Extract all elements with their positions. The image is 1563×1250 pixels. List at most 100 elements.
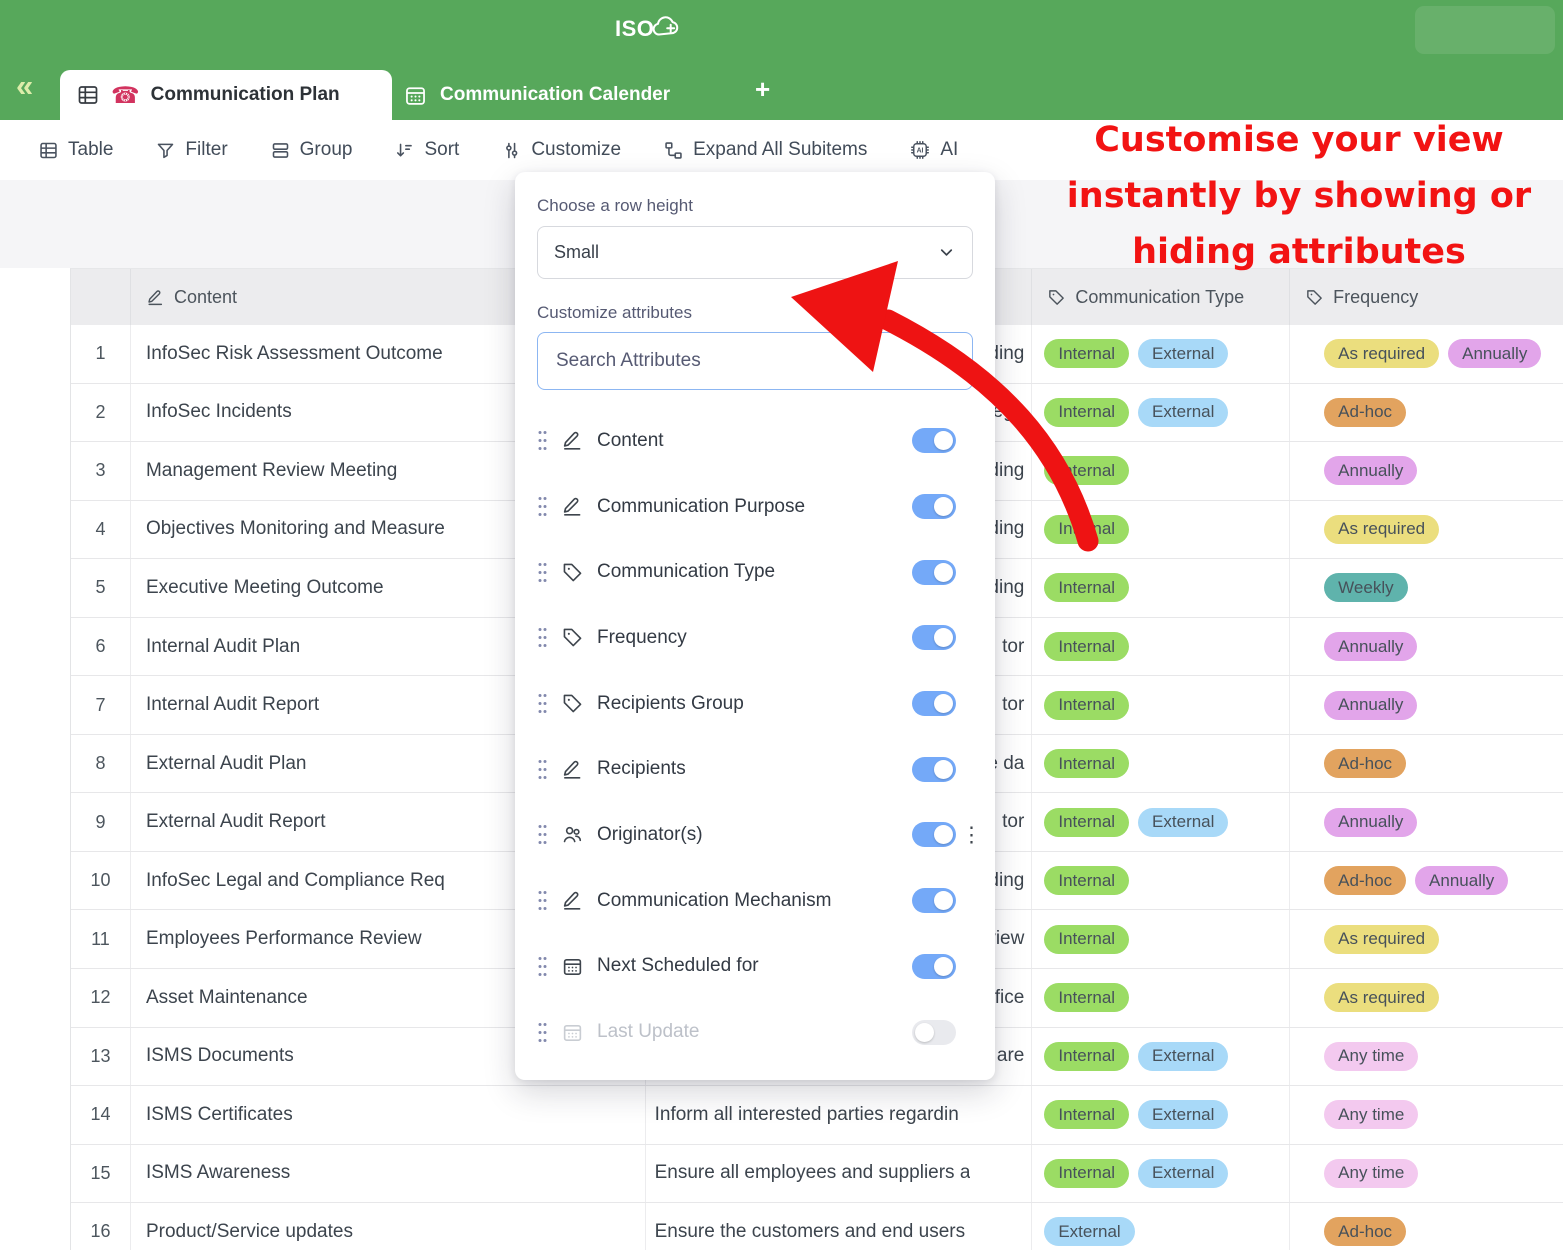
- tag-pill[interactable]: Internal: [1044, 749, 1129, 778]
- tag-pill[interactable]: External: [1138, 808, 1228, 837]
- attribute-toggle[interactable]: [912, 1020, 956, 1045]
- communication-type-cell[interactable]: Internal: [1032, 852, 1290, 910]
- frequency-cell[interactable]: Any time: [1290, 1028, 1563, 1086]
- ai-button[interactable]: AI AI: [909, 139, 958, 161]
- communication-type-cell[interactable]: Internal: [1032, 910, 1290, 968]
- tag-pill[interactable]: Internal: [1044, 691, 1129, 720]
- tag-pill[interactable]: Internal: [1044, 339, 1129, 368]
- tag-pill[interactable]: External: [1138, 1159, 1228, 1188]
- tag-pill[interactable]: External: [1138, 1100, 1228, 1129]
- tag-pill[interactable]: Ad-hoc: [1324, 866, 1406, 895]
- tag-pill[interactable]: External: [1138, 339, 1228, 368]
- tag-pill[interactable]: Annually: [1415, 866, 1508, 895]
- tag-pill[interactable]: As required: [1324, 515, 1439, 544]
- tab-communication-calender[interactable]: Communication Calender: [403, 70, 670, 120]
- attribute-toggle[interactable]: [912, 625, 956, 650]
- attribute-toggle[interactable]: [912, 954, 956, 979]
- table-row[interactable]: 14 ISMS Certificates Inform all interest…: [71, 1086, 1563, 1145]
- attribute-item[interactable]: Next Scheduled for ⋮: [515, 934, 995, 1000]
- attribute-toggle[interactable]: [912, 822, 956, 847]
- frequency-cell[interactable]: Ad-hoc: [1290, 384, 1563, 442]
- drag-handle-icon[interactable]: [537, 495, 548, 518]
- frequency-cell[interactable]: Annually: [1290, 793, 1563, 851]
- drag-handle-icon[interactable]: [537, 889, 548, 912]
- frequency-cell[interactable]: Weekly: [1290, 559, 1563, 617]
- attribute-item[interactable]: Originator(s) ⋮: [515, 802, 995, 868]
- new-view-button[interactable]: +: [755, 74, 770, 105]
- attribute-item[interactable]: Recipients Group ⋮: [515, 671, 995, 737]
- frequency-cell[interactable]: Ad-hoc: [1290, 735, 1563, 793]
- tab-communication-plan[interactable]: ☎ Communication Plan: [60, 70, 392, 120]
- table-button[interactable]: Table: [38, 139, 113, 161]
- drag-handle-icon[interactable]: [537, 758, 548, 781]
- filter-button[interactable]: Filter: [155, 139, 227, 161]
- drag-handle-icon[interactable]: [537, 1021, 548, 1044]
- row-number-header[interactable]: [71, 269, 131, 325]
- tag-pill[interactable]: Any time: [1324, 1100, 1418, 1129]
- attribute-item[interactable]: Content ⋮: [515, 408, 995, 474]
- table-row[interactable]: 15 ISMS Awareness Ensure all employees a…: [71, 1145, 1563, 1204]
- search-attributes-input[interactable]: [537, 332, 973, 390]
- tag-pill[interactable]: Internal: [1044, 1100, 1129, 1129]
- tag-pill[interactable]: As required: [1324, 983, 1439, 1012]
- tag-pill[interactable]: Internal: [1044, 983, 1129, 1012]
- tag-pill[interactable]: Any time: [1324, 1159, 1418, 1188]
- content-cell[interactable]: Product/Service updates: [131, 1203, 646, 1250]
- content-cell[interactable]: ISMS Certificates: [131, 1086, 646, 1144]
- communication-type-cell[interactable]: Internal External: [1032, 1086, 1290, 1144]
- expand-all-subitems-button[interactable]: Expand All Subitems: [663, 139, 867, 161]
- tag-pill[interactable]: External: [1044, 1217, 1134, 1246]
- tag-pill[interactable]: As required: [1324, 925, 1439, 954]
- tag-pill[interactable]: Internal: [1044, 1159, 1129, 1188]
- frequency-cell[interactable]: As required: [1290, 910, 1563, 968]
- tag-pill[interactable]: Annually: [1324, 691, 1417, 720]
- frequency-cell[interactable]: As requiredAnnually: [1290, 325, 1563, 383]
- communication-type-cell[interactable]: External: [1032, 1203, 1290, 1250]
- frequency-cell[interactable]: Ad-hoc: [1290, 1203, 1563, 1250]
- tag-pill[interactable]: As required: [1324, 339, 1439, 368]
- drag-handle-icon[interactable]: [537, 626, 548, 649]
- tag-pill[interactable]: Internal: [1044, 632, 1129, 661]
- communication-type-cell[interactable]: Internal: [1032, 735, 1290, 793]
- frequency-cell[interactable]: Any time: [1290, 1145, 1563, 1203]
- communication-purpose-cell[interactable]: Ensure the customers and end users: [646, 1203, 1033, 1250]
- attribute-toggle[interactable]: [912, 691, 956, 716]
- customize-button[interactable]: Customize: [501, 139, 621, 161]
- communication-type-cell[interactable]: Internal: [1032, 442, 1290, 500]
- content-cell[interactable]: ISMS Awareness: [131, 1145, 646, 1203]
- tag-pill[interactable]: Internal: [1044, 808, 1129, 837]
- tag-pill[interactable]: External: [1138, 1042, 1228, 1071]
- attribute-item[interactable]: Last Update ⋮: [515, 999, 995, 1065]
- tag-pill[interactable]: Internal: [1044, 573, 1129, 602]
- group-button[interactable]: Group: [270, 139, 353, 161]
- drag-handle-icon[interactable]: [537, 429, 548, 452]
- sort-button[interactable]: Sort: [394, 139, 459, 161]
- tag-pill[interactable]: Internal: [1044, 456, 1129, 485]
- attribute-toggle[interactable]: [912, 757, 956, 782]
- tag-pill[interactable]: Internal: [1044, 925, 1129, 954]
- frequency-cell[interactable]: As required: [1290, 501, 1563, 559]
- drag-handle-icon[interactable]: [537, 955, 548, 978]
- communication-type-cell[interactable]: Internal External: [1032, 384, 1290, 442]
- attribute-toggle[interactable]: [912, 888, 956, 913]
- communication-type-cell[interactable]: Internal External: [1032, 325, 1290, 383]
- tag-pill[interactable]: Ad-hoc: [1324, 749, 1406, 778]
- tag-pill[interactable]: Annually: [1324, 456, 1417, 485]
- more-menu-icon[interactable]: ⋮: [961, 824, 982, 845]
- frequency-cell[interactable]: Ad-hoc Annually: [1290, 852, 1563, 910]
- drag-handle-icon[interactable]: [537, 561, 548, 584]
- attribute-toggle[interactable]: [912, 494, 956, 519]
- tag-pill[interactable]: Weekly: [1324, 573, 1407, 602]
- frequency-cell[interactable]: As required: [1290, 969, 1563, 1027]
- communication-type-cell[interactable]: InternalExternal: [1032, 1028, 1290, 1086]
- frequency-cell[interactable]: Annually: [1290, 442, 1563, 500]
- tag-pill[interactable]: Ad-hoc: [1324, 1217, 1406, 1246]
- frequency-cell[interactable]: Annually: [1290, 676, 1563, 734]
- tag-pill[interactable]: Internal: [1044, 398, 1129, 427]
- attribute-item[interactable]: Communication Type ⋮: [515, 539, 995, 605]
- tag-pill[interactable]: External: [1138, 398, 1228, 427]
- table-row[interactable]: 16 Product/Service updates Ensure the cu…: [71, 1203, 1563, 1250]
- attribute-item[interactable]: Communication Purpose ⋮: [515, 474, 995, 540]
- communication-purpose-cell[interactable]: Ensure all employees and suppliers a: [646, 1145, 1033, 1203]
- communication-type-cell[interactable]: Internal: [1032, 618, 1290, 676]
